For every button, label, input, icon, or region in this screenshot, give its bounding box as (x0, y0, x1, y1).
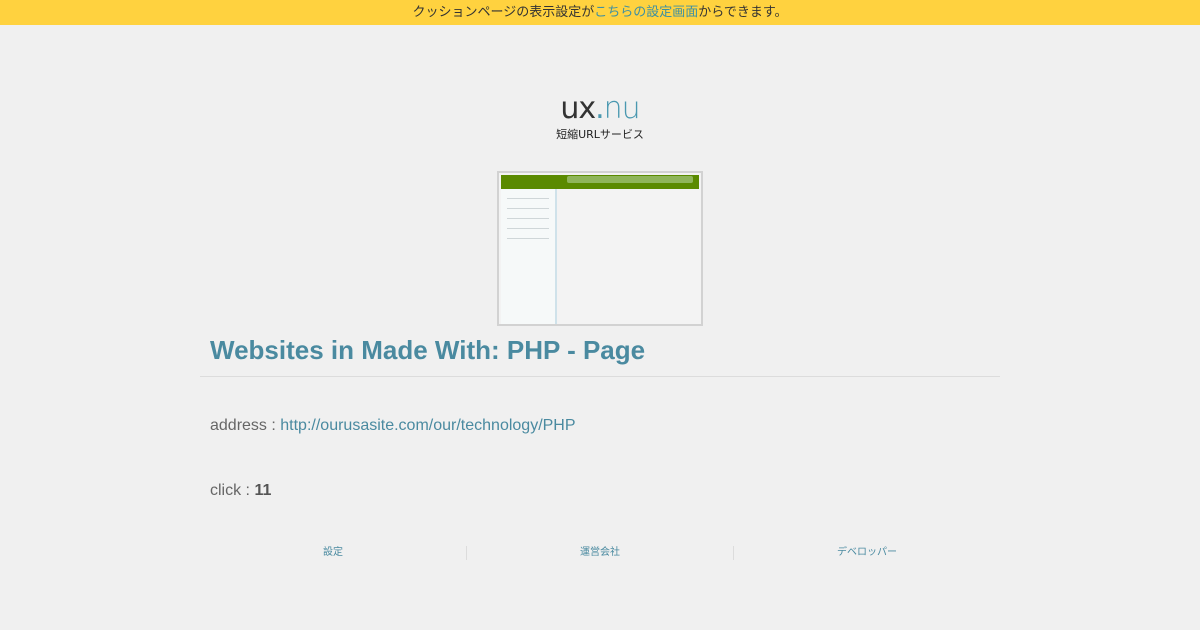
address-row: address : http://ourusasite.com/our/tech… (210, 417, 576, 435)
notice-text-after: からできます。 (698, 5, 788, 20)
thumbnail-search-box (567, 176, 693, 183)
click-label: click : (210, 482, 255, 499)
page-title: Websites in Made With: PHP - Page (210, 335, 646, 365)
footer-link-developer[interactable]: デベロッパー (734, 546, 1000, 560)
logo-mark: ux.nu (0, 92, 1200, 126)
site-preview-thumbnail[interactable] (497, 171, 703, 326)
logo-ux: ux (560, 91, 596, 126)
site-logo[interactable]: ux.nu 短縮URLサービス (0, 92, 1200, 142)
click-count: 11 (254, 482, 272, 499)
footer-link-company[interactable]: 運営会社 (467, 546, 734, 560)
footer-link-settings[interactable]: 設定 (200, 546, 467, 560)
thumbnail-sidebar (501, 189, 557, 324)
settings-notice-banner: クッションページの表示設定がこちらの設定画面からできます。 (0, 0, 1200, 25)
footer-nav: 設定 運営会社 デベロッパー (200, 546, 1000, 560)
logo-nu: nu (603, 91, 641, 126)
settings-screen-link[interactable]: こちらの設定画面 (594, 5, 698, 20)
notice-text-before: クッションページの表示設定が (412, 5, 595, 20)
title-divider (200, 376, 1000, 377)
logo-tagline: 短縮URLサービス (556, 128, 644, 141)
destination-url-link[interactable]: http://ourusasite.com/our/technology/PHP (280, 417, 575, 434)
logo-dot: . (595, 91, 604, 126)
click-count-row: click : 11 (210, 482, 271, 500)
address-label: address : (210, 417, 281, 434)
